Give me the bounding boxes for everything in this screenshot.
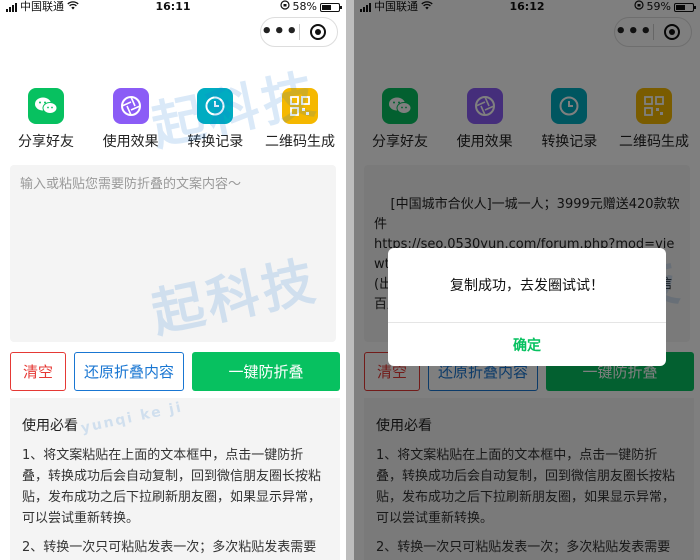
instruction-item: 1、将文案粘贴在上面的文本框中，点击一键防折叠，转换成功后会自动复制，回到微信朋… <box>22 448 322 526</box>
instruction-item: 2、转换一次只可粘贴发表一次；多次粘贴发表需要进行多次转换，否则仍有被折叠的风险… <box>22 540 317 555</box>
dialog-confirm-button[interactable]: 确定 <box>388 323 666 366</box>
wechat-icon <box>28 88 64 124</box>
battery-icon <box>320 2 342 12</box>
miniprogram-capsule: ••• <box>260 17 338 47</box>
textarea-placeholder: 输入或粘贴您需要防折叠的文案内容～ <box>20 177 242 192</box>
clock-icon <box>197 88 234 124</box>
tool-label: 转换记录 <box>187 134 244 150</box>
clear-button[interactable]: 清空 <box>10 352 66 391</box>
battery-percent: 58% <box>292 0 317 13</box>
screen-divider <box>346 0 354 560</box>
shutter-icon <box>112 88 149 124</box>
tool-label: 二维码生成 <box>264 134 335 150</box>
instructions-title: 使用必看 <box>22 418 78 434</box>
anti-fold-button[interactable]: 一键防折叠 <box>192 352 340 391</box>
screen-after-copy: 中国联通 16:12 59% ••• 分享好友 <box>354 0 700 560</box>
dialog-message: 复制成功，去发圈试试！ <box>450 278 604 294</box>
action-buttons: 清空 还原折叠内容 一键防折叠 <box>10 352 340 391</box>
instructions-panel: 使用必看 1、将文案粘贴在上面的文本框中，点击一键防折叠，转换成功后会自动复制，… <box>10 398 340 560</box>
more-menu-button[interactable]: ••• <box>261 18 299 46</box>
copy-success-dialog: 复制成功，去发圈试试！ 确定 <box>388 248 666 366</box>
tool-label: 使用效果 <box>102 134 159 150</box>
tool-usage-effect[interactable]: 使用效果 <box>91 88 171 151</box>
target-icon <box>310 24 327 40</box>
tool-qrcode-generate[interactable]: 二维码生成 <box>260 88 340 151</box>
orientation-lock-icon <box>279 0 290 14</box>
tool-label: 分享好友 <box>18 134 74 150</box>
content-textarea[interactable]: 输入或粘贴您需要防折叠的文案内容～ <box>10 165 336 342</box>
tool-grid: 分享好友 使用效果 转换记录 二维码生成 <box>6 88 340 151</box>
tool-share-friends[interactable]: 分享好友 <box>6 88 86 151</box>
screen-before-copy: 中国联通 16:11 58% ••• 分享好友 使用效果 转换记录 二维码生成 … <box>0 0 346 560</box>
close-miniprogram-button[interactable] <box>300 24 337 40</box>
tool-conversion-history[interactable]: 转换记录 <box>175 88 255 151</box>
status-bar: 中国联通 16:11 58% <box>0 0 346 14</box>
qrcode-icon <box>281 88 318 124</box>
restore-button[interactable]: 还原折叠内容 <box>74 352 184 391</box>
